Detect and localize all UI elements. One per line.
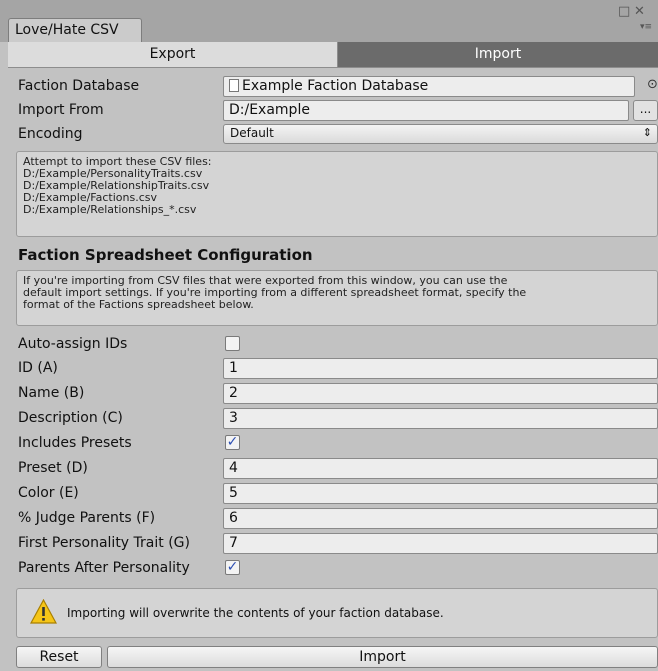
preset-column-row: Preset (D) 4 bbox=[16, 458, 658, 480]
auto-assign-ids-checkbox[interactable] bbox=[225, 336, 240, 351]
close-icon[interactable]: ✕ bbox=[634, 4, 645, 19]
preset-column-field[interactable]: 4 bbox=[223, 458, 658, 479]
name-column-field[interactable]: 2 bbox=[223, 383, 658, 404]
description-column-field[interactable]: 3 bbox=[223, 408, 658, 429]
includes-presets-row: Includes Presets ✓ bbox=[16, 433, 658, 455]
import-button[interactable]: Import bbox=[107, 646, 658, 668]
color-column-row: Color (E) 5 bbox=[16, 483, 658, 505]
faction-database-value: Example Faction Database bbox=[242, 78, 429, 94]
encoding-dropdown[interactable]: Default ⇕ bbox=[223, 124, 658, 144]
description-column-row: Description (C) 3 bbox=[16, 408, 658, 430]
files-help-box: Attempt to import these CSV files: D:/Ex… bbox=[16, 151, 658, 237]
tab-import[interactable]: Import bbox=[338, 42, 658, 67]
name-column-label: Name (B) bbox=[18, 385, 85, 401]
color-column-label: Color (E) bbox=[18, 485, 79, 501]
first-personality-trait-field[interactable]: 7 bbox=[223, 533, 658, 554]
love-hate-csv-window: Love/Hate CSV □ ✕ ▾≡ Export Import Facti… bbox=[0, 0, 658, 671]
color-column-field[interactable]: 5 bbox=[223, 483, 658, 504]
id-column-row: ID (A) 1 bbox=[16, 358, 658, 380]
warning-box: Importing will overwrite the contents of… bbox=[16, 588, 658, 638]
id-column-field[interactable]: 1 bbox=[223, 358, 658, 379]
preset-column-label: Preset (D) bbox=[18, 460, 88, 476]
mode-toolbar: Export Import bbox=[8, 42, 658, 68]
includes-presets-label: Includes Presets bbox=[18, 435, 132, 451]
parents-after-personality-row: Parents After Personality ✓ bbox=[16, 558, 658, 580]
window-tab[interactable]: Love/Hate CSV bbox=[8, 18, 142, 42]
tab-menu-icon[interactable]: ▾≡ bbox=[640, 22, 652, 32]
section-header: Faction Spreadsheet Configuration bbox=[18, 246, 313, 264]
document-icon bbox=[229, 79, 239, 92]
parents-after-personality-checkbox[interactable]: ✓ bbox=[225, 560, 240, 575]
id-column-label: ID (A) bbox=[18, 360, 58, 376]
auto-assign-ids-row: Auto-assign IDs bbox=[16, 334, 658, 356]
faction-database-label: Faction Database bbox=[18, 78, 140, 94]
description-column-label: Description (C) bbox=[18, 410, 123, 426]
browse-button[interactable]: ... bbox=[633, 100, 658, 121]
config-help-box: If you're importing from CSV files that … bbox=[16, 270, 658, 326]
name-column-row: Name (B) 2 bbox=[16, 383, 658, 405]
judge-parents-column-row: % Judge Parents (F) 6 bbox=[16, 508, 658, 530]
import-from-field[interactable]: D:/Example bbox=[223, 100, 629, 121]
tab-export[interactable]: Export bbox=[8, 42, 338, 67]
import-from-label: Import From bbox=[18, 102, 104, 118]
maximize-icon[interactable]: □ bbox=[618, 4, 630, 19]
faction-database-field[interactable]: Example Faction Database bbox=[223, 76, 635, 97]
auto-assign-ids-label: Auto-assign IDs bbox=[18, 336, 128, 352]
object-picker-icon[interactable]: ⊙ bbox=[647, 77, 658, 92]
encoding-label: Encoding bbox=[18, 126, 83, 142]
parents-after-personality-label: Parents After Personality bbox=[18, 560, 190, 576]
judge-parents-column-label: % Judge Parents (F) bbox=[18, 510, 156, 526]
tab-strip: Love/Hate CSV □ ✕ ▾≡ bbox=[0, 0, 658, 42]
warning-text: Importing will overwrite the contents of… bbox=[67, 606, 444, 620]
encoding-row: Encoding Default ⇕ bbox=[16, 124, 658, 146]
dropdown-arrow-icon: ⇕ bbox=[642, 126, 652, 139]
help-line: format of the Factions spreadsheet below… bbox=[23, 298, 254, 311]
first-personality-trait-row: First Personality Trait (G) 7 bbox=[16, 533, 658, 555]
judge-parents-column-field[interactable]: 6 bbox=[223, 508, 658, 529]
includes-presets-checkbox[interactable]: ✓ bbox=[225, 435, 240, 450]
reset-button[interactable]: Reset bbox=[16, 646, 102, 668]
import-from-row: Import From D:/Example ... bbox=[16, 100, 658, 122]
warning-icon bbox=[30, 599, 57, 624]
faction-database-row: Faction Database Example Faction Databas… bbox=[16, 76, 658, 98]
file-path: D:/Example/Relationships_*.csv bbox=[23, 203, 197, 216]
encoding-value: Default bbox=[230, 126, 274, 140]
first-personality-trait-label: First Personality Trait (G) bbox=[18, 535, 190, 551]
